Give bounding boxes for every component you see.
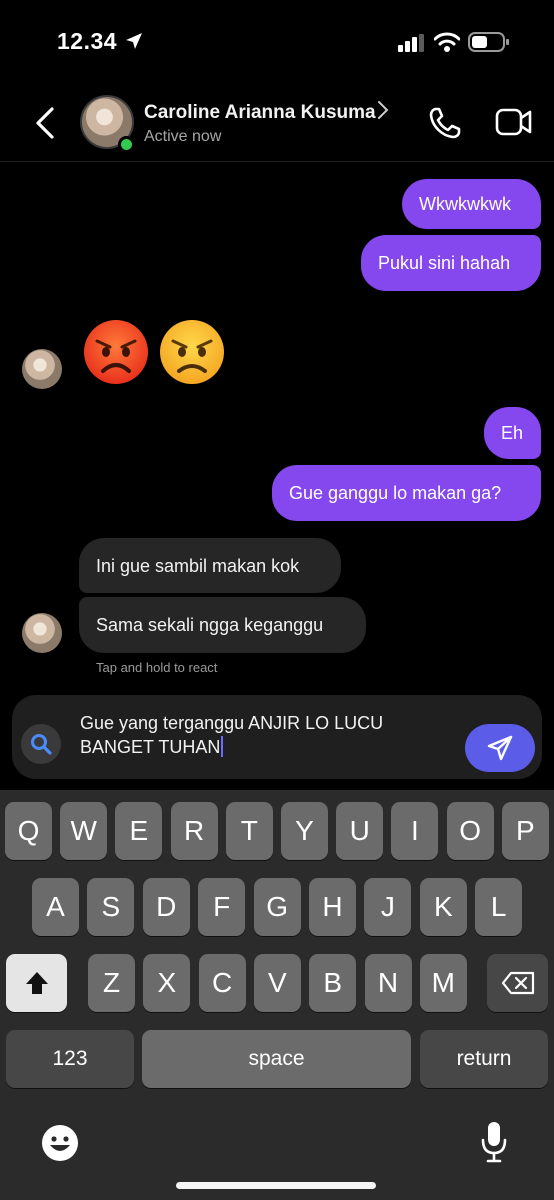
- status-bar: 12.34: [0, 0, 554, 80]
- key-y[interactable]: Y: [281, 802, 328, 860]
- key-i[interactable]: I: [391, 802, 439, 860]
- key-h[interactable]: H: [309, 878, 356, 936]
- backspace-key[interactable]: [487, 954, 548, 1012]
- home-indicator: [176, 1182, 376, 1189]
- key-j[interactable]: J: [364, 878, 412, 936]
- message-composer: Gue yang terganggu ANJIR LO LUCU BANGET …: [12, 695, 542, 779]
- send-button[interactable]: [465, 724, 535, 772]
- key-a[interactable]: A: [32, 878, 79, 936]
- wifi-icon: [434, 32, 460, 52]
- video-call-button[interactable]: [495, 106, 533, 138]
- contact-avatar-small[interactable]: [22, 613, 62, 653]
- message-bubble-outgoing[interactable]: Gue ganggu lo makan ga?: [272, 465, 541, 521]
- online-indicator: [118, 136, 135, 153]
- key-t[interactable]: T: [225, 802, 273, 860]
- key-z[interactable]: Z: [88, 954, 135, 1012]
- chevron-right-icon[interactable]: [376, 100, 390, 120]
- contact-avatar-small[interactable]: [22, 349, 62, 389]
- microphone-icon[interactable]: [480, 1120, 508, 1164]
- status-time: 12.34: [57, 28, 118, 54]
- pouting-face-emoji-icon[interactable]: [83, 319, 149, 385]
- key-m[interactable]: M: [419, 954, 467, 1012]
- key-l[interactable]: L: [475, 878, 523, 936]
- backspace-icon: [501, 971, 534, 995]
- search-button[interactable]: [21, 724, 61, 764]
- shift-key[interactable]: [6, 954, 67, 1012]
- message-text: Wkwkwkwk: [419, 194, 511, 214]
- key-d[interactable]: D: [142, 878, 190, 936]
- key-e[interactable]: E: [115, 802, 163, 860]
- shift-icon: [25, 972, 48, 994]
- message-text: Ini gue sambil makan kok: [96, 555, 300, 576]
- emoji-keyboard-icon[interactable]: [40, 1123, 80, 1163]
- key-b[interactable]: B: [309, 954, 357, 1012]
- key-x[interactable]: X: [143, 954, 191, 1012]
- key-q[interactable]: Q: [5, 802, 52, 860]
- key-w[interactable]: W: [60, 802, 108, 860]
- message-input-value: Gue yang terganggu ANJIR LO LUCU BANGET …: [80, 713, 384, 757]
- message-bubble-outgoing[interactable]: Eh: [484, 407, 541, 459]
- chat-header: Caroline Arianna Kusuma Active now: [0, 80, 554, 162]
- message-text: Sama sekali ngga keganggu: [96, 615, 324, 635]
- message-input[interactable]: Gue yang terganggu ANJIR LO LUCU BANGET …: [80, 711, 440, 759]
- contact-name[interactable]: Caroline Arianna Kusuma: [144, 102, 376, 124]
- numbers-key[interactable]: 123: [6, 1030, 134, 1088]
- key-f[interactable]: F: [198, 878, 246, 936]
- react-hint: Tap and hold to react: [96, 660, 218, 675]
- space-key[interactable]: space: [142, 1030, 411, 1088]
- keyboard: QWERTYUIOP ASDFGHJKL ZXCVBNM 123 space r…: [0, 790, 554, 1200]
- search-icon: [31, 734, 52, 755]
- angry-face-emoji-icon[interactable]: [159, 319, 225, 385]
- key-g[interactable]: G: [253, 878, 301, 936]
- message-text: Gue ganggu lo makan ga?: [289, 483, 502, 503]
- key-k[interactable]: K: [419, 878, 467, 936]
- message-bubble-incoming[interactable]: Ini gue sambil makan kok: [79, 538, 341, 593]
- key-n[interactable]: N: [364, 954, 412, 1012]
- back-button[interactable]: [32, 106, 58, 140]
- key-p[interactable]: P: [501, 802, 549, 860]
- cellular-signal-icon: [398, 34, 424, 52]
- battery-icon: [468, 32, 509, 52]
- message-text: Eh: [501, 423, 524, 443]
- return-key[interactable]: return: [420, 1030, 548, 1088]
- phone-call-button[interactable]: [428, 106, 462, 140]
- contact-status: Active now: [144, 128, 222, 145]
- text-caret: [221, 736, 224, 757]
- message-bubble-outgoing[interactable]: Wkwkwkwk: [402, 179, 541, 229]
- key-r[interactable]: R: [170, 802, 218, 860]
- key-c[interactable]: C: [198, 954, 246, 1012]
- key-s[interactable]: S: [87, 878, 135, 936]
- key-v[interactable]: V: [253, 954, 301, 1012]
- message-bubble-outgoing[interactable]: Pukul sini hahah: [361, 235, 541, 291]
- message-text: Pukul sini hahah: [378, 253, 511, 273]
- send-icon: [487, 735, 513, 761]
- location-arrow-icon: [126, 33, 142, 49]
- key-o[interactable]: O: [446, 802, 494, 860]
- key-u[interactable]: U: [336, 802, 384, 860]
- message-bubble-incoming[interactable]: Sama sekali ngga keganggu: [79, 597, 366, 653]
